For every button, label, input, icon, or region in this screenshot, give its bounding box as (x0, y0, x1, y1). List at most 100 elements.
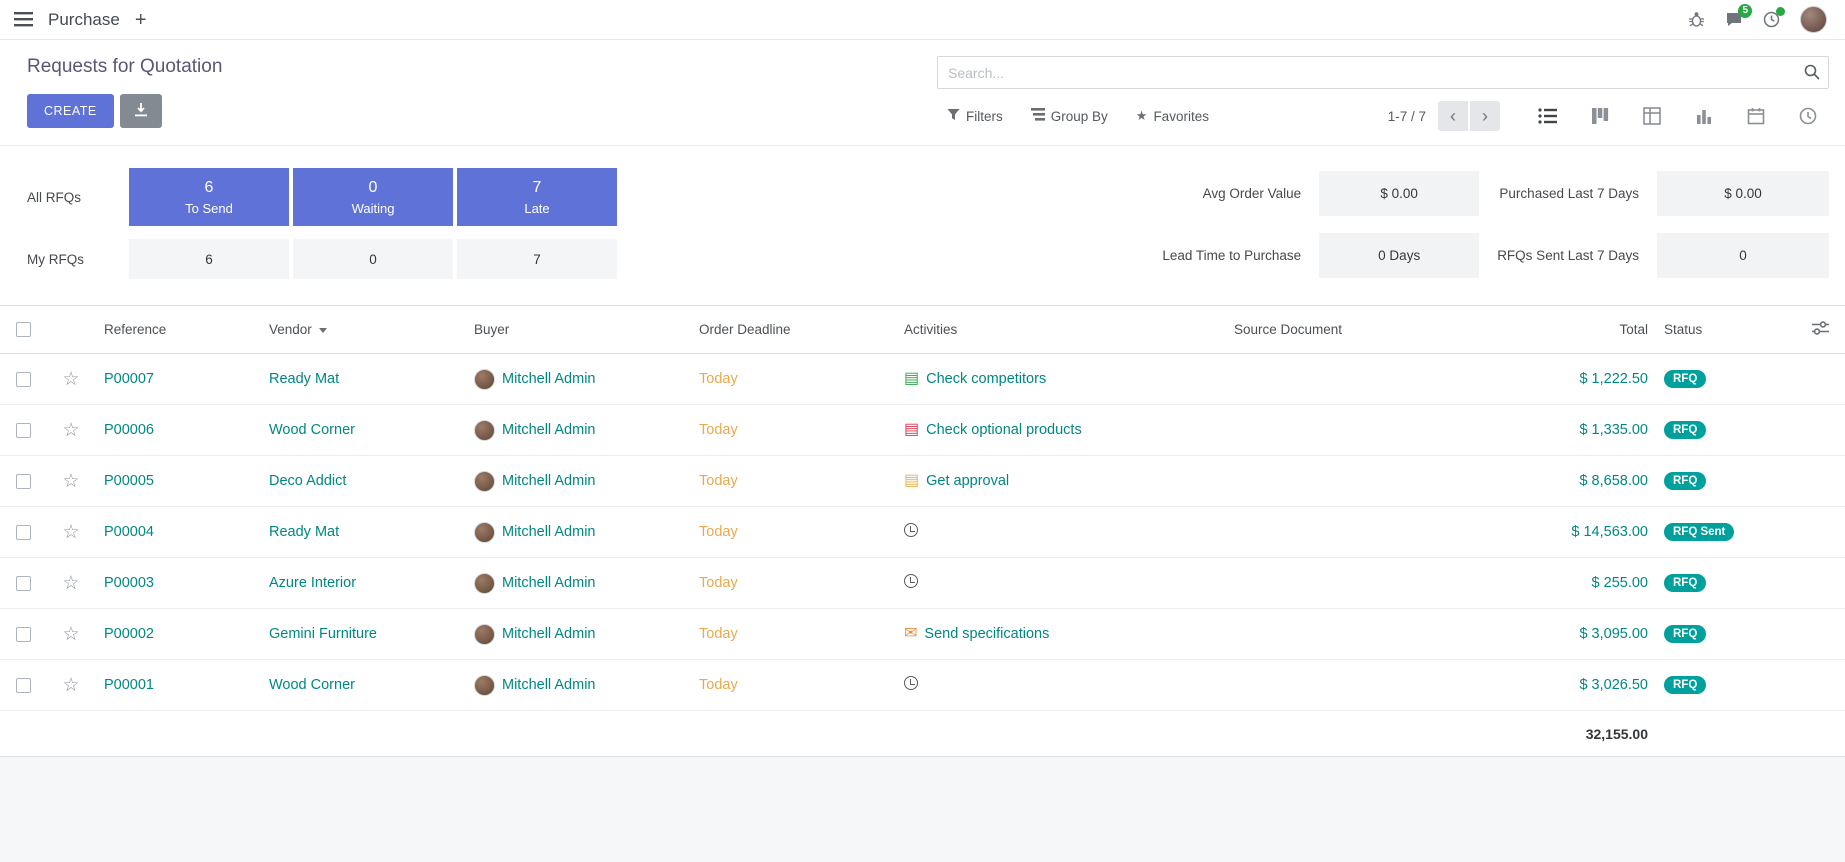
stat-avg-order-value[interactable]: $ 0.00 (1319, 171, 1479, 216)
row-reference[interactable]: P00004 (104, 524, 154, 540)
activity-icon[interactable] (904, 676, 918, 690)
search-icon[interactable] (1804, 64, 1820, 80)
toggle-columns-icon[interactable] (1812, 323, 1829, 338)
row-buyer[interactable]: Mitchell Admin (502, 626, 595, 642)
table-row[interactable]: ☆ P00007 Ready Mat Mitchell Admin Today … (0, 354, 1845, 405)
stat-lead-time[interactable]: 0 Days (1319, 233, 1479, 278)
favorite-star-icon[interactable]: ☆ (62, 624, 79, 645)
row-reference[interactable]: P00002 (104, 626, 154, 642)
activity-icon[interactable] (904, 523, 918, 537)
view-activity-button[interactable] (1786, 101, 1829, 131)
row-activity[interactable]: ✉ Send specifications (904, 626, 1049, 642)
group-by-button[interactable]: Group By (1031, 104, 1108, 128)
app-name[interactable]: Purchase (48, 10, 120, 30)
row-checkbox[interactable] (16, 372, 31, 387)
my-rfqs-late-box[interactable]: 7 (457, 239, 617, 279)
column-header-source-document[interactable]: Source Document (1226, 306, 1481, 354)
row-buyer[interactable]: Mitchell Admin (502, 524, 595, 540)
filters-button[interactable]: Filters (947, 104, 1003, 128)
column-header-reference[interactable]: Reference (96, 306, 261, 354)
favorite-star-icon[interactable]: ☆ (62, 369, 79, 390)
favorite-star-icon[interactable]: ☆ (62, 675, 79, 696)
row-vendor[interactable]: Wood Corner (269, 677, 355, 693)
table-row[interactable]: ☆ P00004 Ready Mat Mitchell Admin Today … (0, 507, 1845, 558)
pager-range[interactable]: 1-7 / 7 (1388, 109, 1426, 124)
table-row[interactable]: ☆ P00002 Gemini Furniture Mitchell Admin… (0, 609, 1845, 660)
column-header-total[interactable]: Total (1481, 306, 1656, 354)
debug-icon[interactable] (1688, 11, 1705, 28)
view-graph-button[interactable] (1682, 101, 1725, 131)
activity-icon[interactable]: ✉ (904, 626, 917, 642)
activity-icon[interactable] (904, 574, 918, 588)
row-activity[interactable] (904, 523, 925, 537)
stat-purchased-last-7-days[interactable]: $ 0.00 (1657, 171, 1829, 216)
row-activity[interactable]: ▤ Check optional products (904, 422, 1082, 438)
activity-icon[interactable]: ▤ (904, 371, 919, 387)
activities-icon[interactable] (1763, 11, 1780, 28)
row-vendor[interactable]: Azure Interior (269, 575, 356, 591)
row-deadline: Today (699, 677, 738, 693)
my-rfqs-waiting-box[interactable]: 0 (293, 239, 453, 279)
favorite-star-icon[interactable]: ☆ (62, 420, 79, 441)
view-pivot-button[interactable] (1630, 101, 1673, 131)
row-vendor[interactable]: Wood Corner (269, 422, 355, 438)
column-header-status[interactable]: Status (1656, 306, 1779, 354)
row-vendor[interactable]: Ready Mat (269, 524, 339, 540)
row-activity[interactable] (904, 574, 925, 588)
row-buyer[interactable]: Mitchell Admin (502, 473, 595, 489)
new-tab-plus-icon[interactable]: + (135, 10, 147, 30)
messages-icon[interactable]: 5 (1725, 11, 1743, 28)
favorite-star-icon[interactable]: ☆ (62, 522, 79, 543)
table-row[interactable]: ☆ P00001 Wood Corner Mitchell Admin Toda… (0, 660, 1845, 711)
activity-icon[interactable]: ▤ (904, 422, 919, 438)
row-checkbox[interactable] (16, 576, 31, 591)
view-list-button[interactable] (1526, 101, 1569, 131)
row-activity[interactable]: ▤ Get approval (904, 473, 1009, 489)
row-checkbox[interactable] (16, 678, 31, 693)
column-header-order-deadline[interactable]: Order Deadline (691, 306, 896, 354)
row-checkbox[interactable] (16, 474, 31, 489)
view-calendar-button[interactable] (1734, 101, 1777, 131)
apps-menu-icon[interactable] (14, 12, 33, 27)
card-to-send[interactable]: 6 To Send (129, 168, 289, 226)
row-buyer[interactable]: Mitchell Admin (502, 422, 595, 438)
activity-icon[interactable]: ▤ (904, 473, 919, 489)
row-reference[interactable]: P00001 (104, 677, 154, 693)
card-late[interactable]: 7 Late (457, 168, 617, 226)
pager-next-button[interactable]: › (1470, 101, 1500, 131)
row-vendor[interactable]: Gemini Furniture (269, 626, 377, 642)
row-reference[interactable]: P00006 (104, 422, 154, 438)
row-activity[interactable] (904, 676, 925, 690)
row-reference[interactable]: P00003 (104, 575, 154, 591)
my-rfqs-to-send-box[interactable]: 6 (129, 239, 289, 279)
select-all-checkbox[interactable] (16, 322, 31, 337)
pager-previous-button[interactable]: ‹ (1438, 101, 1468, 131)
export-button[interactable] (120, 94, 162, 128)
user-avatar[interactable] (1800, 6, 1827, 33)
row-reference[interactable]: P00005 (104, 473, 154, 489)
row-vendor[interactable]: Ready Mat (269, 371, 339, 387)
row-buyer[interactable]: Mitchell Admin (502, 575, 595, 591)
stat-rfqs-sent-last-7-days[interactable]: 0 (1657, 233, 1829, 278)
row-checkbox[interactable] (16, 525, 31, 540)
table-row[interactable]: ☆ P00005 Deco Addict Mitchell Admin Toda… (0, 456, 1845, 507)
favorite-star-icon[interactable]: ☆ (62, 573, 79, 594)
table-row[interactable]: ☆ P00006 Wood Corner Mitchell Admin Toda… (0, 405, 1845, 456)
row-checkbox[interactable] (16, 627, 31, 642)
column-header-vendor[interactable]: Vendor (261, 306, 466, 354)
column-header-activities[interactable]: Activities (896, 306, 1226, 354)
favorite-star-icon[interactable]: ☆ (62, 471, 79, 492)
column-header-buyer[interactable]: Buyer (466, 306, 691, 354)
create-button[interactable]: CREATE (27, 94, 114, 128)
favorites-button[interactable]: ★ Favorites (1136, 104, 1209, 128)
row-checkbox[interactable] (16, 423, 31, 438)
search-input[interactable] (937, 56, 1829, 89)
table-row[interactable]: ☆ P00003 Azure Interior Mitchell Admin T… (0, 558, 1845, 609)
view-kanban-button[interactable] (1578, 101, 1621, 131)
row-buyer[interactable]: Mitchell Admin (502, 371, 595, 387)
row-vendor[interactable]: Deco Addict (269, 473, 346, 489)
row-activity[interactable]: ▤ Check competitors (904, 371, 1046, 387)
row-buyer[interactable]: Mitchell Admin (502, 677, 595, 693)
row-reference[interactable]: P00007 (104, 371, 154, 387)
card-waiting[interactable]: 0 Waiting (293, 168, 453, 226)
